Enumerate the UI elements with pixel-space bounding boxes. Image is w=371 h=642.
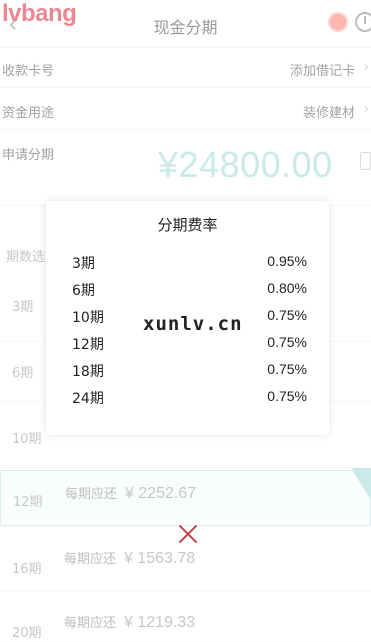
rate-value: 0.75% bbox=[267, 388, 307, 404]
rate-value: 0.95% bbox=[267, 253, 307, 269]
rate-period: 12期 bbox=[72, 337, 104, 353]
rate-period: 6期 bbox=[72, 283, 95, 299]
rate-row: 12期 0.75% bbox=[46, 334, 329, 358]
rate-row: 6期 0.80% bbox=[46, 280, 329, 304]
rate-value: 0.75% bbox=[267, 361, 307, 377]
rate-period: 24期 bbox=[72, 391, 104, 407]
rate-period: 10期 bbox=[72, 310, 104, 326]
rate-row: 24期 0.75% bbox=[46, 388, 329, 412]
rate-row: 18期 0.75% bbox=[46, 361, 329, 385]
rate-value: 0.75% bbox=[267, 334, 307, 350]
close-icon[interactable] bbox=[178, 524, 198, 544]
site-watermark: xunlv.cn bbox=[143, 313, 243, 335]
rate-period: 18期 bbox=[72, 364, 104, 380]
rate-period: 3期 bbox=[72, 256, 95, 272]
popup-title: 分期费率 bbox=[157, 216, 218, 234]
cash-installment-screen: ‹ 现金分期 lvbang 收款卡号 添加借记卡 › 资金用途 装修建材 › 申… bbox=[0, 0, 371, 642]
rate-value: 0.75% bbox=[267, 307, 307, 323]
rate-row: 3期 0.95% bbox=[46, 253, 329, 277]
rate-value: 0.80% bbox=[267, 280, 307, 296]
